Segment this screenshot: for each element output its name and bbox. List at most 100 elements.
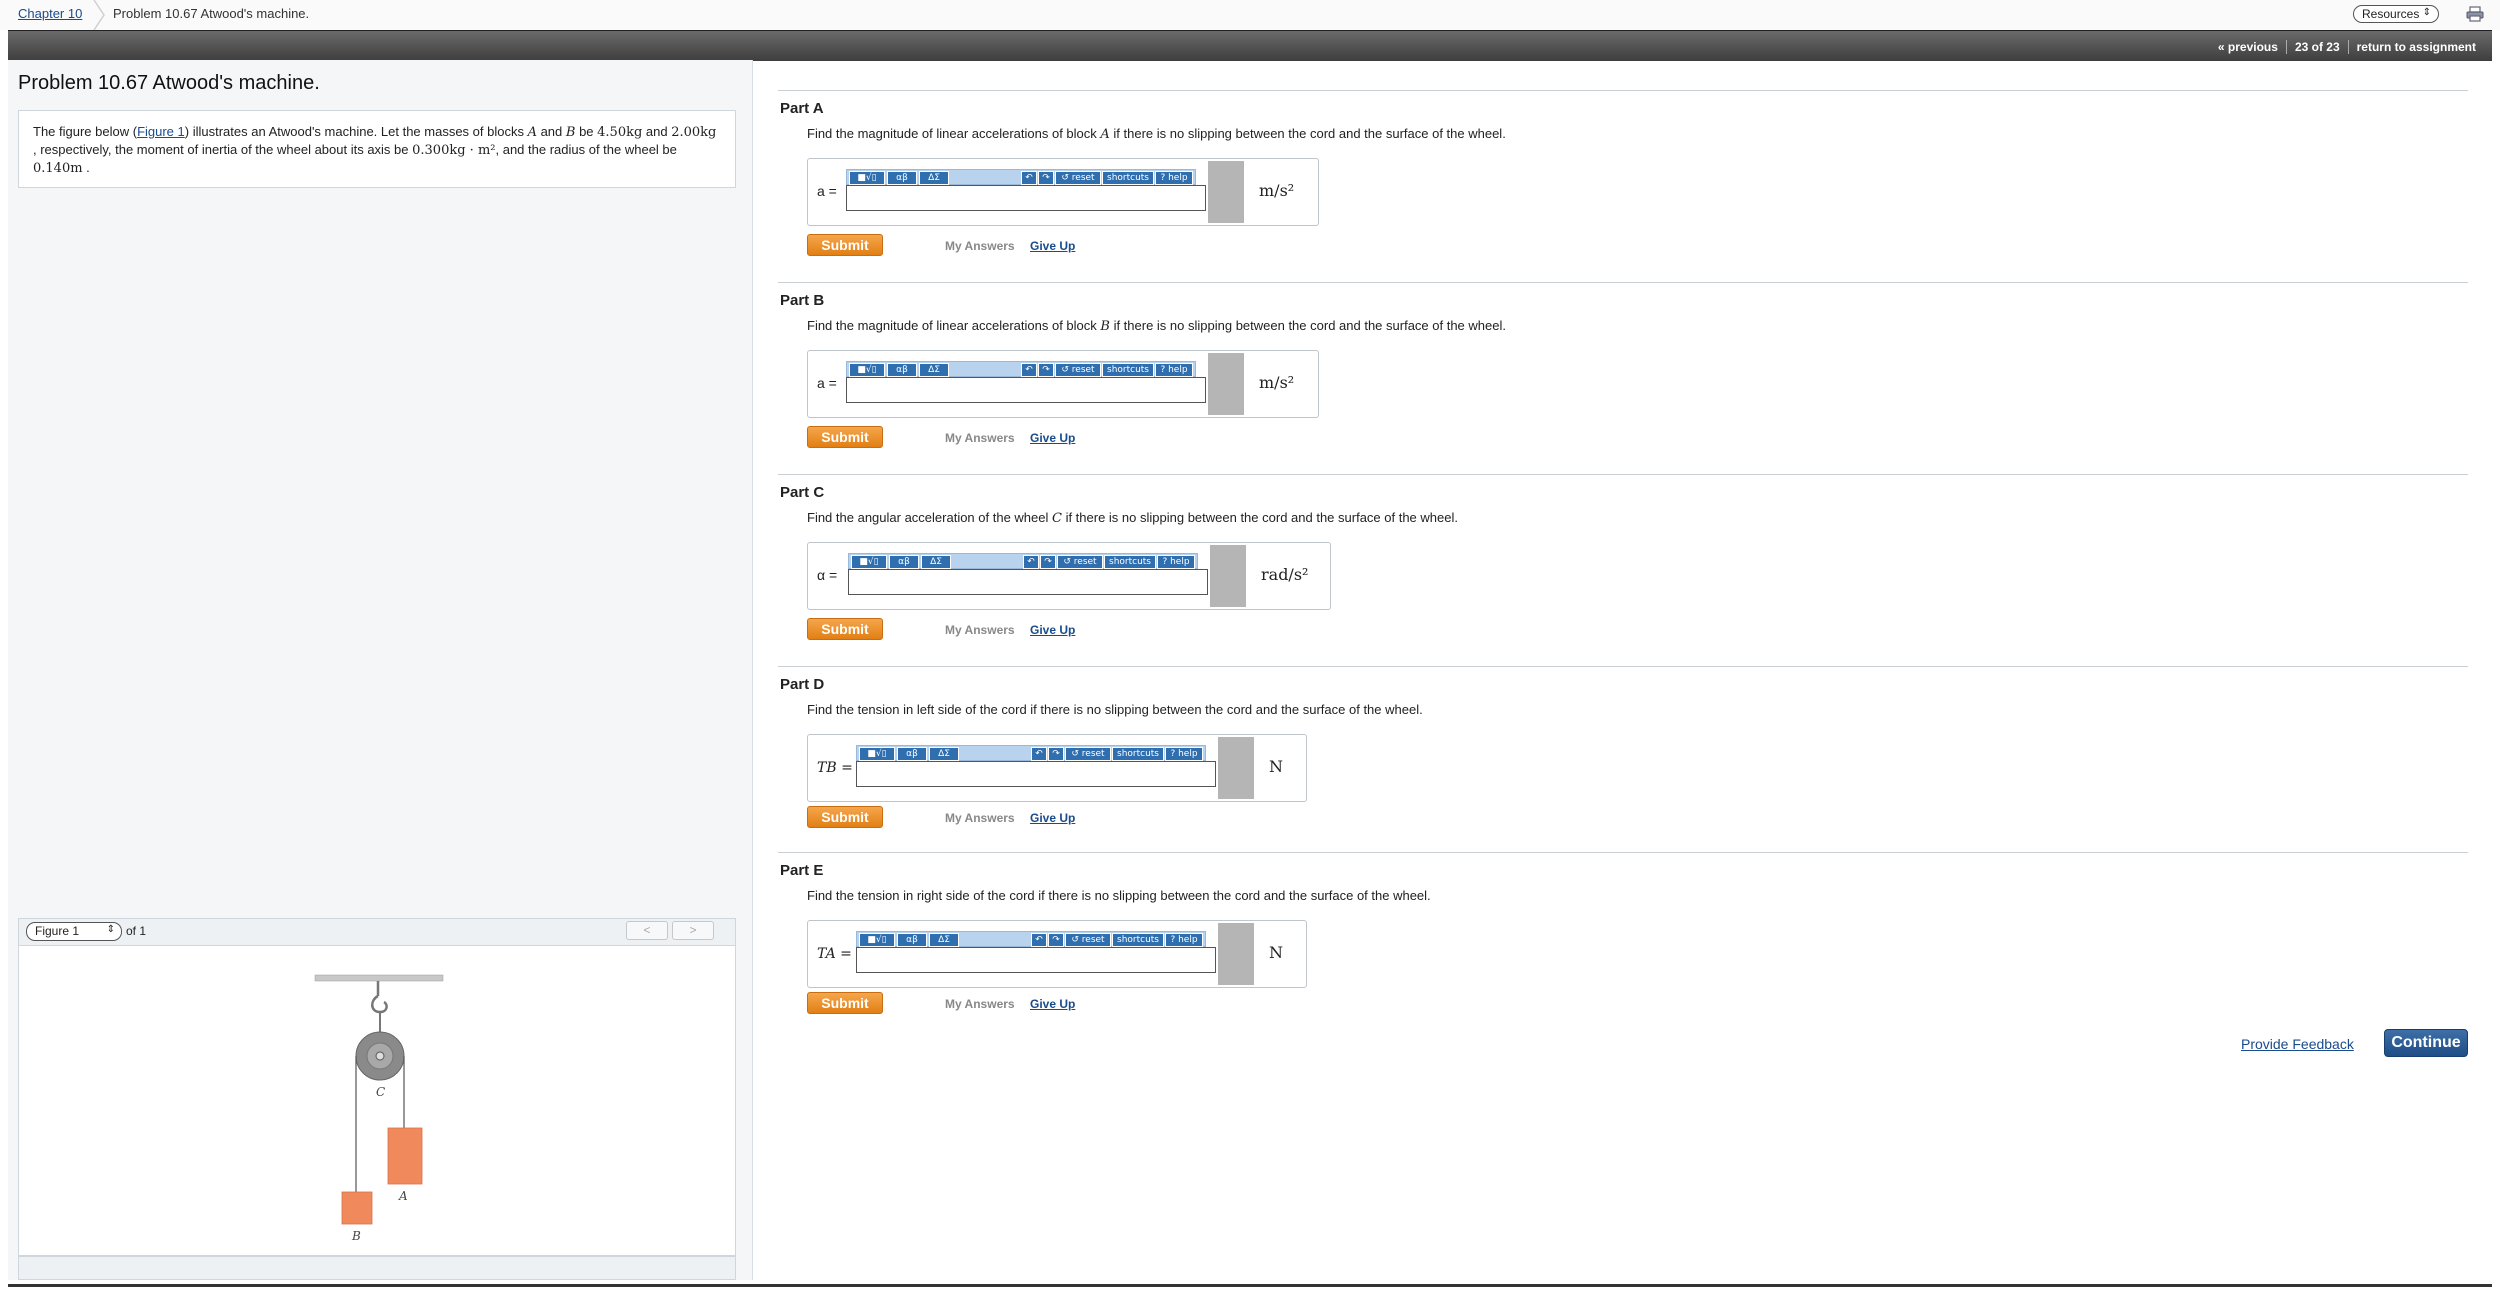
reset-button[interactable]: ↺ reset (1065, 933, 1111, 947)
symbols-button[interactable]: ΔΣ (929, 933, 959, 947)
previous-link[interactable]: « previous (2210, 40, 2286, 54)
problem-title: Problem 10.67 Atwood's machine. (18, 72, 320, 94)
breadcrumb-bar (0, 0, 2500, 30)
answer-unit: m/s² (1259, 373, 1295, 392)
print-icon[interactable] (2466, 6, 2484, 22)
greek-button[interactable]: αβ (887, 363, 917, 377)
symbols-button[interactable]: ΔΣ (919, 363, 949, 377)
answer-box: a = ■√▯ αβ ΔΣ ↶ ↷ ↺ reset shortcuts ? he… (807, 158, 1319, 226)
answer-unit: m/s² (1259, 181, 1295, 200)
my-answers-link[interactable]: My Answers (945, 997, 1015, 1011)
figure-footer (18, 1256, 736, 1280)
templates-button[interactable]: ■√▯ (849, 363, 885, 377)
undo-icon[interactable]: ↶ (1021, 363, 1037, 377)
my-answers-link[interactable]: My Answers (945, 623, 1015, 637)
figure-next-button[interactable]: > (672, 921, 714, 940)
templates-button[interactable]: ■√▯ (849, 171, 885, 185)
submit-button[interactable]: Submit (807, 806, 883, 828)
ceiling (314, 974, 444, 982)
shortcuts-button[interactable]: shortcuts (1102, 171, 1154, 185)
answer-label: a = (817, 375, 837, 391)
redo-icon[interactable]: ↷ (1048, 933, 1064, 947)
part-title: Part A (780, 100, 824, 117)
templates-button[interactable]: ■√▯ (851, 555, 887, 569)
help-button[interactable]: ? help (1157, 555, 1195, 569)
undo-icon[interactable]: ↶ (1021, 171, 1037, 185)
block-a (387, 1127, 423, 1185)
figure-prev-button[interactable]: < (626, 921, 668, 940)
answer-input[interactable] (856, 947, 1216, 973)
redo-icon[interactable]: ↷ (1048, 747, 1064, 761)
reset-button[interactable]: ↺ reset (1057, 555, 1103, 569)
figure-select[interactable]: Figure 1 ⇕ (26, 922, 122, 941)
my-answers-link[interactable]: My Answers (945, 811, 1015, 825)
math-toolbar: ■√▯ αβ ΔΣ ↶ ↷ ↺ reset shortcuts ? help (856, 745, 1206, 761)
submit-button[interactable]: Submit (807, 992, 883, 1014)
pager: « previous 23 of 23 return to assignment (2210, 40, 2484, 54)
block-a-label: A (398, 1189, 408, 1203)
continue-button[interactable]: Continue (2384, 1029, 2468, 1057)
give-up-link[interactable]: Give Up (1030, 623, 1075, 637)
shortcuts-button[interactable]: shortcuts (1104, 555, 1156, 569)
return-to-assignment-link[interactable]: return to assignment (2347, 40, 2484, 54)
breadcrumb-chapter-link[interactable]: Chapter 10 (18, 6, 82, 21)
give-up-link[interactable]: Give Up (1030, 431, 1075, 445)
submit-button[interactable]: Submit (807, 618, 883, 640)
breadcrumb-separator-icon (93, 0, 105, 30)
undo-icon[interactable]: ↶ (1031, 747, 1047, 761)
reset-button[interactable]: ↺ reset (1065, 747, 1111, 761)
give-up-link[interactable]: Give Up (1030, 811, 1075, 825)
answer-input[interactable] (846, 185, 1206, 211)
symbols-button[interactable]: ΔΣ (921, 555, 951, 569)
greek-button[interactable]: αβ (889, 555, 919, 569)
hook (371, 994, 388, 1014)
templates-button[interactable]: ■√▯ (859, 747, 895, 761)
resources-select[interactable]: Resources ⇕ (2353, 5, 2439, 23)
help-button[interactable]: ? help (1165, 747, 1203, 761)
give-up-link[interactable]: Give Up (1030, 997, 1075, 1011)
my-answers-link[interactable]: My Answers (945, 239, 1015, 253)
redo-icon[interactable]: ↷ (1038, 171, 1054, 185)
undo-icon[interactable]: ↶ (1031, 933, 1047, 947)
greek-button[interactable]: αβ (897, 933, 927, 947)
figure-link[interactable]: Figure 1 (137, 124, 185, 139)
greek-button[interactable]: αβ (897, 747, 927, 761)
atwood-machine-figure: C A B (314, 974, 444, 1243)
math-toolbar: ■√▯ αβ ΔΣ ↶ ↷ ↺ reset shortcuts ? help (846, 361, 1196, 377)
part-title: Part D (780, 676, 825, 693)
submit-button[interactable]: Submit (807, 234, 883, 256)
reset-button[interactable]: ↺ reset (1055, 363, 1101, 377)
symbols-button[interactable]: ΔΣ (929, 747, 959, 761)
redo-icon[interactable]: ↷ (1038, 363, 1054, 377)
shortcuts-button[interactable]: shortcuts (1112, 747, 1164, 761)
reset-button[interactable]: ↺ reset (1055, 171, 1101, 185)
help-button[interactable]: ? help (1155, 171, 1193, 185)
answer-unit: N (1269, 943, 1283, 962)
input-resize-strip (1208, 353, 1244, 415)
provide-feedback-link[interactable]: Provide Feedback (2241, 1036, 2354, 1052)
answer-input[interactable] (848, 569, 1208, 595)
figure-select-value: Figure 1 (35, 924, 80, 938)
part-divider (778, 852, 2468, 853)
redo-icon[interactable]: ↷ (1040, 555, 1056, 569)
greek-button[interactable]: αβ (887, 171, 917, 185)
answer-box: TB = ■√▯ αβ ΔΣ ↶ ↷ ↺ reset shortcuts ? h… (807, 734, 1307, 802)
part-title: Part E (780, 862, 824, 879)
resources-label: Resources (2362, 7, 2420, 21)
shortcuts-button[interactable]: shortcuts (1102, 363, 1154, 377)
my-answers-link[interactable]: My Answers (945, 431, 1015, 445)
answer-input[interactable] (856, 761, 1216, 787)
page-bottom-rule (8, 1284, 2492, 1287)
submit-button[interactable]: Submit (807, 426, 883, 448)
help-button[interactable]: ? help (1165, 933, 1203, 947)
templates-button[interactable]: ■√▯ (859, 933, 895, 947)
undo-icon[interactable]: ↶ (1023, 555, 1039, 569)
shortcuts-button[interactable]: shortcuts (1112, 933, 1164, 947)
answer-box: TA = ■√▯ αβ ΔΣ ↶ ↷ ↺ reset shortcuts ? h… (807, 920, 1307, 988)
symbols-button[interactable]: ΔΣ (919, 171, 949, 185)
help-button[interactable]: ? help (1155, 363, 1193, 377)
part-divider (778, 90, 2468, 91)
answer-input[interactable] (846, 377, 1206, 403)
give-up-link[interactable]: Give Up (1030, 239, 1075, 253)
block-b (341, 1191, 373, 1225)
